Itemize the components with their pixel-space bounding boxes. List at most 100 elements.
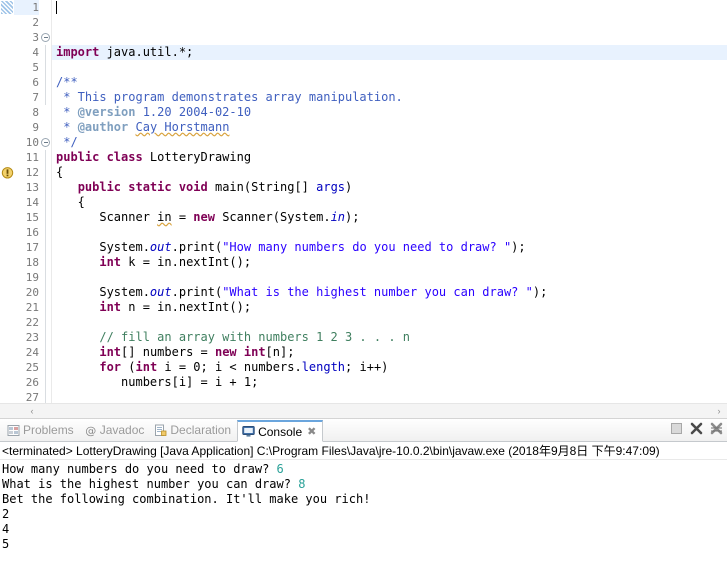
folding-gutter[interactable] — [40, 0, 52, 404]
code-line[interactable]: public class LotteryDrawing — [56, 150, 727, 165]
code-line[interactable]: /** — [56, 75, 727, 90]
code-token: args — [316, 180, 346, 194]
view-tab-bar[interactable]: Problems @ Javadoc Declaration Console ✖ — [0, 419, 727, 442]
code-token: public class — [56, 150, 150, 164]
problems-icon — [7, 424, 20, 436]
line-number: 16 — [25, 226, 39, 239]
tab-declaration[interactable]: Declaration — [150, 419, 237, 441]
line-number: 8 — [32, 106, 39, 119]
editor-body[interactable]: 1 2 3 4 5 6 7 8 9 10 11 12 13 14 15 16 17 18 19 20 21 22 23 24 2… — [0, 0, 727, 404]
console-output-text: 5 — [2, 537, 10, 551]
annotation-ruler[interactable] — [0, 0, 14, 404]
code-token: numbers[i] = i + — [56, 375, 244, 389]
console-view-toolbar[interactable] — [670, 422, 723, 435]
code-token: { — [56, 165, 64, 179]
code-line[interactable]: // fill an array with numbers 1 2 3 . . … — [56, 330, 727, 345]
code-token: "What is the highest number you can draw… — [222, 285, 533, 299]
console-output-text: 2 — [2, 507, 10, 521]
code-line[interactable]: * @version 1.20 2004-02-10 — [56, 105, 727, 120]
javadoc-icon: @ — [85, 424, 96, 437]
code-line[interactable]: * This program demonstrates array manipu… — [56, 90, 727, 105]
code-line[interactable] — [56, 390, 727, 404]
code-token: Scanner — [56, 210, 158, 224]
code-line[interactable]: int k = in.nextInt(); — [56, 255, 727, 270]
tab-close-icon[interactable]: ✖ — [307, 425, 316, 438]
code-token: out — [149, 285, 172, 299]
code-line[interactable]: * @author Cay Horstmann — [56, 120, 727, 135]
line-number: 22 — [25, 316, 39, 329]
line-number: 7 — [32, 91, 39, 104]
code-line[interactable] — [56, 270, 727, 285]
code-line[interactable]: System.out.print("How many numbers do yo… — [56, 240, 727, 255]
code-token: [n]; — [265, 345, 295, 359]
code-token: ; — [251, 375, 259, 389]
code-line[interactable] — [56, 315, 727, 330]
java-editor[interactable]: 1 2 3 4 5 6 7 8 9 10 11 12 13 14 15 16 17 18 19 20 21 22 23 24 2… — [0, 0, 727, 419]
code-token: */ — [56, 135, 78, 149]
code-line[interactable]: Scanner in = new Scanner(System.in); — [56, 210, 727, 225]
tab-label: Javadoc — [99, 423, 145, 437]
line-number: 27 — [25, 391, 39, 404]
terminate-icon[interactable] — [670, 422, 683, 435]
code-token: int — [99, 255, 129, 269]
code-token: 1 — [243, 375, 252, 389]
tab-javadoc[interactable]: @ Javadoc — [80, 419, 151, 441]
line-number: 4 — [32, 46, 39, 59]
tab-problems[interactable]: Problems — [3, 419, 80, 441]
code-line[interactable]: { — [56, 165, 727, 180]
code-token: in — [330, 210, 346, 224]
line-number: 14 — [25, 196, 39, 209]
line-number-gutter[interactable]: 1 2 3 4 5 6 7 8 9 10 11 12 13 14 15 16 17 18 19 20 21 22 23 24 2… — [14, 0, 40, 404]
code-line[interactable]: public static void main(String[] args) — [56, 180, 727, 195]
code-text-area[interactable]: import java.util.*; /** * This program d… — [52, 0, 727, 404]
warning-marker-icon[interactable] — [1, 166, 14, 179]
code-line[interactable]: { — [56, 195, 727, 210]
fold-collapse-icon[interactable] — [41, 33, 50, 42]
console-line: 2 — [2, 507, 727, 522]
code-token: * — [56, 120, 78, 134]
code-token: @version — [77, 105, 136, 119]
code-line[interactable]: int n = in.nextInt(); — [56, 300, 727, 315]
code-line[interactable]: System.out.print("What is the highest nu… — [56, 285, 727, 300]
line-number: 24 — [25, 346, 39, 359]
code-line[interactable]: import java.util.*; — [52, 45, 727, 60]
editor-horizontal-scrollbar[interactable]: ‹ › — [0, 403, 727, 418]
fold-collapse-icon[interactable] — [41, 138, 50, 147]
code-token: java.util.*; — [106, 45, 194, 59]
remove-all-terminated-icon[interactable] — [710, 422, 723, 435]
scrollbar-track[interactable] — [40, 404, 711, 418]
code-line[interactable]: int[] numbers = new int[n]; — [56, 345, 727, 360]
console-line: 4 — [2, 522, 727, 537]
code-token: for — [99, 360, 129, 374]
code-token: "How many numbers do you need to draw? " — [222, 240, 512, 254]
code-token: import — [56, 45, 107, 59]
console-output-text: How many numbers do you need to draw? — [2, 462, 277, 476]
code-line[interactable] — [56, 225, 727, 240]
code-line[interactable]: */ — [56, 135, 727, 150]
console-output[interactable]: How many numbers do you need to draw? 6W… — [0, 460, 727, 576]
bottom-view-stack: Problems @ Javadoc Declaration Console ✖ <ter… — [0, 419, 727, 576]
code-line[interactable]: for (int i = 0; i < numbers.length; i++) — [56, 360, 727, 375]
code-line[interactable]: numbers[i] = i + 1; — [56, 375, 727, 390]
tab-console[interactable]: Console ✖ — [237, 420, 324, 442]
scroll-right-arrow-icon[interactable]: › — [711, 404, 727, 418]
line-number: 15 — [25, 211, 39, 224]
remove-launch-icon[interactable] — [690, 422, 703, 435]
code-token: ); — [511, 240, 526, 254]
scroll-left-arrow-icon[interactable]: ‹ — [24, 404, 40, 418]
code-token: [] numbers = — [121, 345, 215, 359]
tab-label: Console — [258, 424, 303, 439]
code-token: Scanner(System. — [222, 210, 331, 224]
console-line: What is the highest number you can draw?… — [2, 477, 727, 492]
tab-label: Problems — [23, 423, 74, 437]
line-number: 19 — [25, 271, 39, 284]
code-token: LotteryDrawing — [149, 150, 252, 164]
line-number: 12 — [25, 166, 39, 179]
code-line[interactable] — [56, 60, 727, 75]
console-line: How many numbers do you need to draw? 6 — [2, 462, 727, 477]
code-token: i = 0; i < numbers. — [164, 360, 302, 374]
code-token: out — [149, 240, 172, 254]
fold-row — [40, 120, 51, 135]
